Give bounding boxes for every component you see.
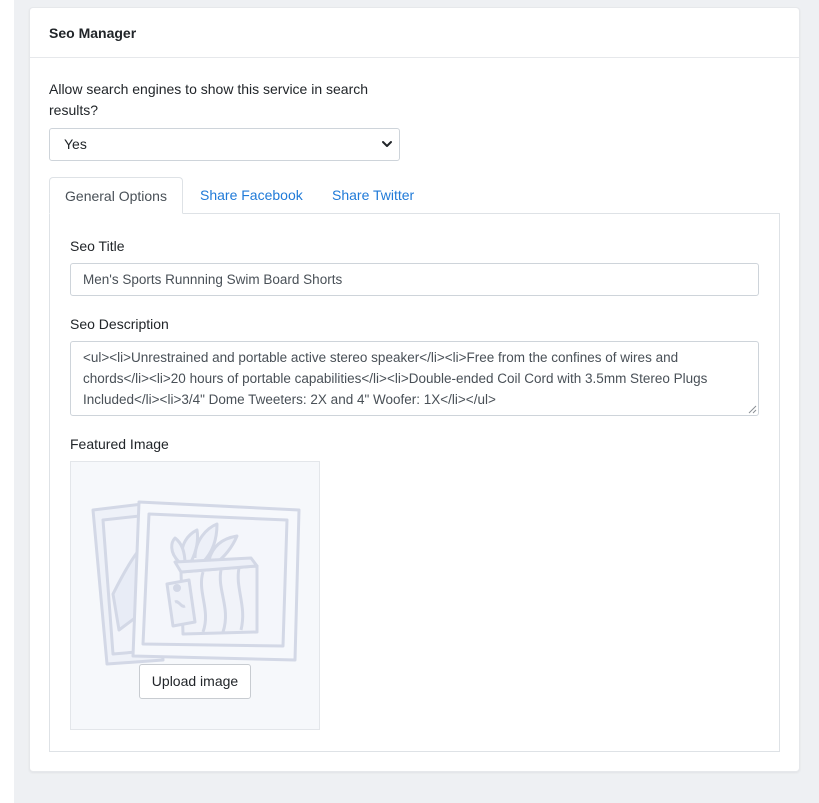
upload-image-button[interactable]: Upload image — [139, 664, 251, 699]
card-header: Seo Manager — [30, 8, 799, 58]
resize-grip-icon[interactable] — [747, 404, 757, 414]
featured-image-label: Featured Image — [70, 436, 169, 452]
tab-share-facebook[interactable]: Share Facebook — [200, 177, 303, 214]
tab-share-twitter[interactable]: Share Twitter — [332, 177, 414, 214]
seo-title-input[interactable]: Men's Sports Runnning Swim Board Shorts — [70, 263, 759, 296]
seo-tabs: General Options Share Facebook Share Twi… — [49, 177, 780, 214]
seo-description-label: Seo Description — [70, 316, 169, 332]
seo-description-textarea[interactable]: <ul><li>Unrestrained and portable active… — [70, 341, 759, 416]
seo-title-label: Seo Title — [70, 238, 125, 254]
seo-manager-card: Seo Manager Allow search engines to show… — [29, 7, 800, 772]
page-gutter — [0, 0, 14, 803]
card-title: Seo Manager — [49, 25, 137, 41]
page-footer-band — [14, 788, 819, 803]
general-options-pane: Seo Title Men's Sports Runnning Swim Boa… — [49, 213, 780, 752]
seo-description-text: <ul><li>Unrestrained and portable active… — [83, 350, 708, 407]
search-visibility-value: Yes — [64, 136, 87, 152]
featured-image-dropzone[interactable]: Upload image — [70, 461, 320, 730]
chevron-down-icon — [382, 141, 392, 147]
tab-general-options[interactable]: General Options — [49, 177, 183, 214]
search-visibility-select[interactable]: Yes — [49, 128, 400, 161]
search-visibility-label: Allow search engines to show this servic… — [49, 81, 369, 118]
